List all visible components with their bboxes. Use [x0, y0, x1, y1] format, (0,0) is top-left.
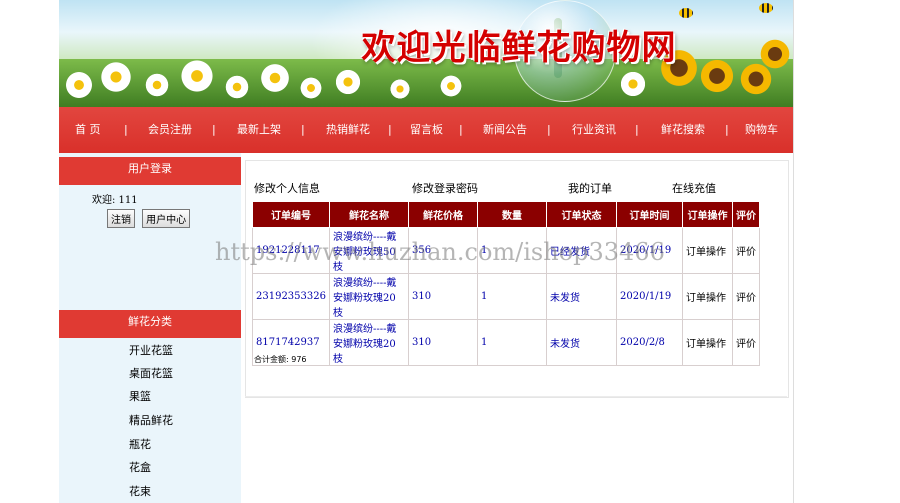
nav-item-new-arrivals[interactable]: 最新上架 [237, 107, 281, 153]
nav-item-message-board[interactable]: 留言板 [410, 107, 443, 153]
col-header-quantity: 数量 [477, 201, 547, 228]
col-header-review: 评价 [732, 201, 760, 228]
orders-table: 订单编号 鲜花名称 鲜花价格 数量 订单状态 订单时间 订单操作 评价 1921… [252, 201, 760, 366]
daisy-icon [144, 72, 170, 98]
login-buttons: 注销 用户中心 [107, 208, 192, 228]
divider [793, 0, 794, 503]
order-status: 未发货 [546, 273, 617, 320]
daisy-icon [299, 76, 323, 100]
sidebar: 用户登录 欢迎: 111 注销 用户中心 鲜花分类 开业花篮 桌面花篮 果篮 精… [59, 153, 241, 503]
divider [245, 396, 787, 398]
category-panel-title: 鲜花分类 [59, 310, 241, 338]
nav-separator: | [124, 123, 128, 136]
page: 欢迎光临鲜花购物网 首 页 | 会员注册 | 最新上架 | 热销鲜花 | 留言板… [0, 0, 900, 503]
category-item[interactable]: 果篮 [129, 388, 151, 404]
flower-name-link[interactable]: 浪漫缤纷----戴安娜粉玫瑰20枝 [329, 273, 409, 320]
nav-separator: | [301, 123, 305, 136]
category-item[interactable]: 桌面花篮 [129, 365, 173, 381]
daisy-icon [64, 70, 94, 100]
watermark-text: https://www.huzhan.com/ishop33466 [215, 238, 665, 266]
category-item[interactable]: 开业花篮 [129, 342, 173, 358]
table-row: 23192353326 浪漫缤纷----戴安娜粉玫瑰20枝 310 1 未发货 … [252, 273, 760, 320]
banner-title: 欢迎光临鲜花购物网 [361, 28, 677, 68]
nav-separator: | [725, 123, 729, 136]
review-link[interactable]: 评价 [732, 273, 760, 320]
daisy-icon [334, 68, 362, 96]
col-header-order-action: 订单操作 [682, 201, 733, 228]
user-center-button[interactable]: 用户中心 [142, 209, 191, 228]
my-orders-link[interactable]: 我的订单 [568, 180, 612, 196]
nav-item-best-sellers[interactable]: 热销鲜花 [326, 107, 370, 153]
nav-item-news[interactable]: 新闻公告 [483, 107, 527, 153]
change-password-link[interactable]: 修改登录密码 [412, 180, 478, 196]
daisy-icon [439, 74, 463, 98]
col-header-status: 订单状态 [546, 201, 617, 228]
nav-item-cart[interactable]: 购物车 [745, 107, 778, 153]
price: 310 [408, 273, 478, 320]
daisy-icon [389, 78, 411, 100]
category-item[interactable]: 花束 [129, 483, 151, 499]
main-nav: 首 页 | 会员注册 | 最新上架 | 热销鲜花 | 留言板 | 新闻公告 | … [59, 107, 793, 153]
nav-separator: | [635, 123, 639, 136]
col-header-order-id: 订单编号 [252, 201, 330, 228]
review-link[interactable]: 评价 [732, 227, 760, 274]
nav-separator: | [459, 123, 463, 136]
bee-icon [679, 8, 693, 18]
order-action-link[interactable]: 订单操作 [682, 273, 733, 320]
order-panel: 修改个人信息 修改登录密码 我的订单 在线充值 订单编号 鲜花名称 鲜花价格 数… [245, 160, 789, 398]
bee-icon [759, 3, 773, 13]
price: 310 [408, 319, 478, 366]
order-time: 2020/2/8 [616, 319, 683, 366]
daisy-icon [259, 62, 291, 94]
col-header-flower-name: 鲜花名称 [329, 201, 409, 228]
daisy-icon [99, 60, 133, 94]
nav-separator: | [547, 123, 551, 136]
table-header-row: 订单编号 鲜花名称 鲜花价格 数量 订单状态 订单时间 订单操作 评价 [252, 201, 760, 228]
order-status: 未发货 [546, 319, 617, 366]
category-item[interactable]: 花盒 [129, 459, 151, 475]
logout-button[interactable]: 注销 [107, 209, 135, 228]
nav-separator: | [212, 123, 216, 136]
nav-item-home[interactable]: 首 页 [75, 107, 101, 153]
order-id: 23192353326 [252, 273, 330, 320]
quantity: 1 [477, 273, 547, 320]
review-link[interactable]: 评价 [732, 319, 760, 366]
login-panel-title: 用户登录 [59, 157, 241, 185]
order-total: 合计金额: 976 [254, 355, 307, 364]
order-time: 2020/1/19 [616, 273, 683, 320]
nav-separator: | [388, 123, 392, 136]
col-header-price: 鲜花价格 [408, 201, 478, 228]
banner: 欢迎光临鲜花购物网 [59, 0, 793, 107]
category-item[interactable]: 精品鲜花 [129, 412, 173, 428]
welcome-text: 欢迎: 111 [92, 195, 138, 206]
flower-name-link[interactable]: 浪漫缤纷----戴安娜粉玫瑰20枝 [329, 319, 409, 366]
nav-item-flower-search[interactable]: 鲜花搜索 [661, 107, 705, 153]
quantity: 1 [477, 319, 547, 366]
category-item[interactable]: 瓶花 [129, 436, 151, 452]
order-action-link[interactable]: 订单操作 [682, 319, 733, 366]
recharge-link[interactable]: 在线充值 [672, 180, 716, 196]
daisy-icon [179, 58, 215, 94]
col-header-order-time: 订单时间 [616, 201, 683, 228]
daisy-icon [224, 74, 250, 100]
daisy-icon [619, 70, 647, 98]
table-row: 8171742937 浪漫缤纷----戴安娜粉玫瑰20枝 310 1 未发货 2… [252, 319, 760, 366]
nav-item-industry-info[interactable]: 行业资讯 [572, 107, 616, 153]
nav-item-register[interactable]: 会员注册 [148, 107, 192, 153]
order-action-link[interactable]: 订单操作 [682, 227, 733, 274]
edit-profile-link[interactable]: 修改个人信息 [254, 180, 320, 196]
sunflower-icon [759, 38, 791, 70]
